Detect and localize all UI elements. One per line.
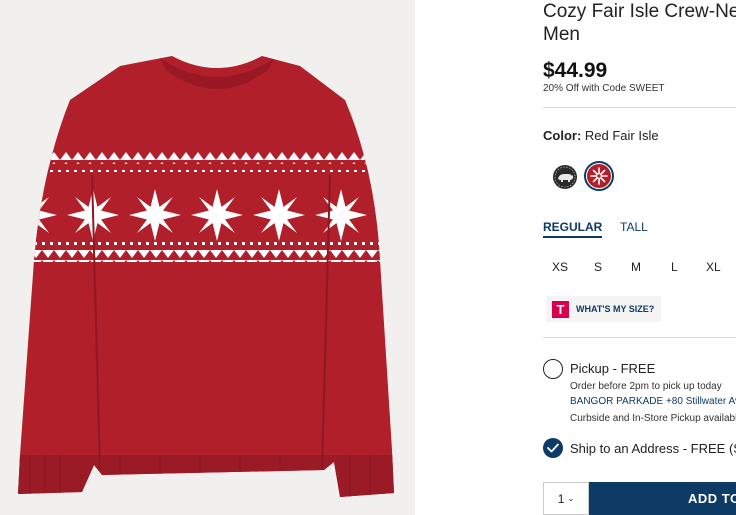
ship-label[interactable]: Ship to an Address - FREE (S	[570, 441, 736, 456]
size-xl[interactable]: XL	[706, 260, 721, 274]
ship-radio[interactable]	[543, 438, 563, 458]
color-swatch-bear[interactable]	[550, 162, 580, 192]
product-price: $44.99	[543, 59, 608, 82]
size-xs[interactable]: XS	[552, 260, 568, 274]
divider	[543, 107, 736, 108]
size-guide-label: WHAT'S MY SIZE?	[576, 304, 655, 314]
red-fair-isle-swatch-icon	[587, 164, 611, 188]
store-link[interactable]: BANGOR PARKADE +80 Stillwater Ave	[570, 396, 736, 407]
size-s[interactable]: S	[594, 260, 602, 274]
size-guide-logo: T	[552, 300, 569, 318]
quantity-value: 1	[557, 491, 565, 506]
size-guide-button[interactable]: T WHAT'S MY SIZE?	[546, 296, 661, 322]
product-title-line2: Men	[543, 24, 580, 45]
curbside-note: Curbside and In-Store Pickup available	[570, 413, 736, 424]
pickup-note: Order before 2pm to pick up today	[570, 381, 722, 392]
pickup-radio[interactable]	[543, 359, 563, 379]
checkmark-icon	[547, 443, 559, 453]
divider	[543, 337, 736, 338]
product-image[interactable]	[0, 0, 415, 515]
bear-print-swatch-icon	[553, 165, 577, 189]
pickup-label[interactable]: Pickup - FREE	[570, 361, 655, 376]
product-title: Cozy Fair Isle Crew-Neck Sweater for Men	[543, 0, 736, 46]
chevron-down-icon: ⌄	[567, 494, 575, 503]
product-title-line1: Cozy Fair Isle Crew-Neck Sweater for	[543, 1, 736, 22]
promo-text: 20% Off with Code SWEET	[543, 83, 665, 94]
color-label: Color:	[543, 128, 582, 143]
product-info-panel: Cozy Fair Isle Crew-Neck Sweater for Men…	[543, 0, 736, 515]
sweater-image	[18, 56, 394, 497]
size-l[interactable]: L	[671, 260, 678, 274]
tab-tall[interactable]: TALL	[620, 220, 648, 234]
color-swatch-red-fair-isle[interactable]	[584, 161, 614, 191]
size-m[interactable]: M	[631, 260, 641, 274]
color-value: Red Fair Isle	[584, 128, 659, 143]
quantity-select[interactable]: 1 ⌄	[543, 482, 589, 515]
add-to-bag-button[interactable]: ADD TO BAG	[589, 482, 736, 515]
color-selection-label: Color: Red Fair Isle	[543, 128, 659, 143]
tab-regular[interactable]: REGULAR	[543, 220, 603, 238]
